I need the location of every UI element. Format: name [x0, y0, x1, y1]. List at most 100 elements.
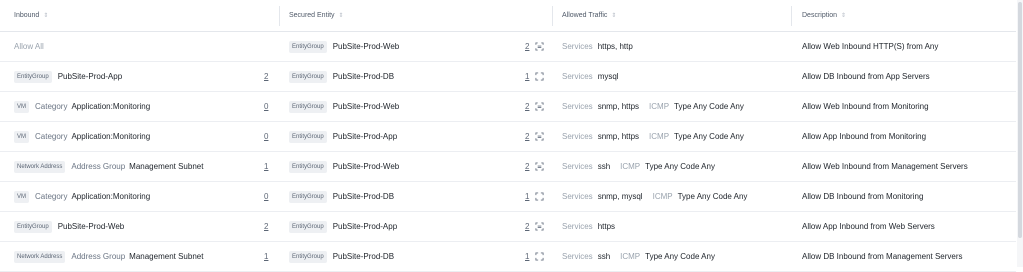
icmp-value: Type Any Code Any [645, 162, 715, 171]
secured-entity-value: PubSite-Prod-DB [332, 72, 395, 81]
inbound-count-link[interactable]: 2 [264, 62, 268, 91]
table-row[interactable]: EntityGroup PubSite-Prod-Web 2 EntityGroup P… [0, 212, 1016, 242]
services-value: ssh [597, 162, 611, 171]
services-value: ssh [597, 252, 611, 261]
services-value: snmp, mysql [597, 192, 643, 201]
table-row[interactable]: Network Address Address Group Management S… [0, 242, 1016, 272]
shield-expand-icon[interactable] [535, 212, 544, 241]
column-header-label: Description [802, 12, 838, 19]
services-label: Services [562, 72, 593, 81]
inbound-type-tag: VM [14, 130, 29, 143]
secured-type-tag: EntityGroup [289, 100, 327, 113]
inbound-type-tag: Network Address [14, 250, 66, 263]
secured-type-tag: EntityGroup [289, 250, 327, 263]
table-row[interactable]: VM Category Application:Monitoring 0 EntityG… [0, 182, 1016, 212]
sort-icon: ⇕ [338, 13, 344, 19]
inbound-type-tag: EntityGroup [14, 70, 52, 83]
icmp-value: Type Any Code Any [674, 102, 744, 111]
table-row[interactable]: EntityGroup PubSite-Prod-App 2 EntityGroup P… [0, 62, 1016, 92]
services-label: Services [562, 42, 593, 51]
secured-type-tag: EntityGroup [289, 70, 327, 83]
expand-arrows-icon[interactable] [535, 62, 544, 91]
rule-description: Allow Web Inbound HTTP(S) from Any [802, 42, 939, 51]
column-divider [552, 6, 553, 26]
icmp-label: ICMP [649, 102, 670, 111]
icmp-label: ICMP [652, 192, 673, 201]
scrollbar-thumb[interactable] [1018, 2, 1022, 238]
icmp-value: Type Any Code Any [645, 252, 715, 261]
secured-type-tag: EntityGroup [289, 160, 327, 173]
inbound-value: Application:Monitoring [71, 102, 151, 111]
secured-count-link[interactable]: 2 [525, 122, 529, 151]
column-header-label: Allowed Traffic [562, 12, 608, 19]
secured-count-link[interactable]: 1 [525, 62, 529, 91]
table-row[interactable]: VM Category Application:Monitoring 0 EntityG… [0, 122, 1016, 152]
column-header-description[interactable]: Description ⇕ [802, 0, 846, 31]
shield-expand-icon[interactable] [535, 122, 544, 151]
secured-count-link[interactable]: 1 [525, 182, 529, 211]
secured-type-tag: EntityGroup [289, 130, 327, 143]
secured-type-tag: EntityGroup [289, 40, 327, 53]
inbound-kind-label: Category [35, 192, 68, 201]
secured-type-tag: EntityGroup [289, 190, 327, 203]
table-header: Inbound ⇕ Secured Entity ⇕ Allowed Traffic… [0, 0, 1016, 32]
secured-entity-value: PubSite-Prod-DB [332, 192, 395, 201]
inbound-value: Application:Monitoring [71, 132, 151, 141]
rule-description: Allow DB Inbound from Monitoring [802, 192, 924, 201]
inbound-count-link[interactable]: 0 [264, 182, 268, 211]
inbound-type-tag: VM [14, 100, 29, 113]
shield-expand-icon[interactable] [535, 152, 544, 181]
vertical-scrollbar[interactable] [1017, 0, 1023, 267]
inbound-kind-label: Category [35, 102, 68, 111]
icmp-label: ICMP [649, 132, 670, 141]
inbound-value: PubSite-Prod-Web [57, 222, 125, 231]
secured-count-link[interactable]: 2 [525, 212, 529, 241]
rule-description: Allow DB Inbound from Management Servers [802, 252, 963, 261]
column-divider [791, 6, 792, 26]
secured-count-link[interactable]: 2 [525, 32, 529, 61]
rule-description: Allow Web Inbound from Monitoring [802, 102, 929, 111]
sort-icon: ⇕ [841, 13, 847, 19]
services-label: Services [562, 222, 593, 231]
table-row[interactable]: VM Category Application:Monitoring 0 EntityG… [0, 92, 1016, 122]
services-value: https, http [597, 42, 633, 51]
column-header-allowed-traffic[interactable]: Allowed Traffic ⇕ [562, 0, 616, 31]
table-body: Allow All EntityGroup PubSite-Prod-Web 2 Ser… [0, 32, 1016, 272]
shield-expand-icon[interactable] [535, 32, 544, 61]
secured-entity-value: PubSite-Prod-Web [332, 42, 400, 51]
inbound-kind-label: Address Group [71, 162, 126, 171]
services-label: Services [562, 102, 593, 111]
icmp-label: ICMP [620, 252, 641, 261]
sort-icon: ⇕ [611, 13, 617, 19]
inbound-count-link[interactable]: 0 [264, 92, 268, 121]
inbound-count-link[interactable]: 0 [264, 122, 268, 151]
column-header-secured-entity[interactable]: Secured Entity ⇕ [289, 0, 344, 31]
services-label: Services [562, 132, 593, 141]
inbound-kind-label: Address Group [71, 252, 126, 261]
services-value: mysql [597, 72, 619, 81]
inbound-value: PubSite-Prod-App [57, 72, 123, 81]
rule-description: Allow DB Inbound from App Servers [802, 72, 930, 81]
secured-entity-value: PubSite-Prod-App [332, 222, 398, 231]
secured-type-tag: EntityGroup [289, 220, 327, 233]
table-row[interactable]: Network Address Address Group Management S… [0, 152, 1016, 182]
column-header-inbound[interactable]: Inbound ⇕ [14, 0, 48, 31]
column-divider [279, 6, 280, 26]
icmp-value: Type Any Code Any [674, 132, 744, 141]
table-row[interactable]: Allow All EntityGroup PubSite-Prod-Web 2 Ser… [0, 32, 1016, 62]
inbound-kind-label: Category [35, 132, 68, 141]
expand-arrows-icon[interactable] [535, 182, 544, 211]
inbound-count-link[interactable]: 1 [264, 152, 268, 181]
secured-count-link[interactable]: 2 [525, 152, 529, 181]
rule-description: Allow App Inbound from Web Servers [802, 222, 935, 231]
inbound-type-tag: EntityGroup [14, 220, 52, 233]
services-label: Services [562, 162, 593, 171]
allow-all-text: Allow All [14, 42, 44, 51]
services-value: https [597, 222, 616, 231]
services-label: Services [562, 192, 593, 201]
inbound-type-tag: VM [14, 190, 29, 203]
secured-count-link[interactable]: 2 [525, 92, 529, 121]
inbound-type-tag: Network Address [14, 160, 66, 173]
inbound-count-link[interactable]: 2 [264, 212, 268, 241]
shield-expand-icon[interactable] [535, 92, 544, 121]
